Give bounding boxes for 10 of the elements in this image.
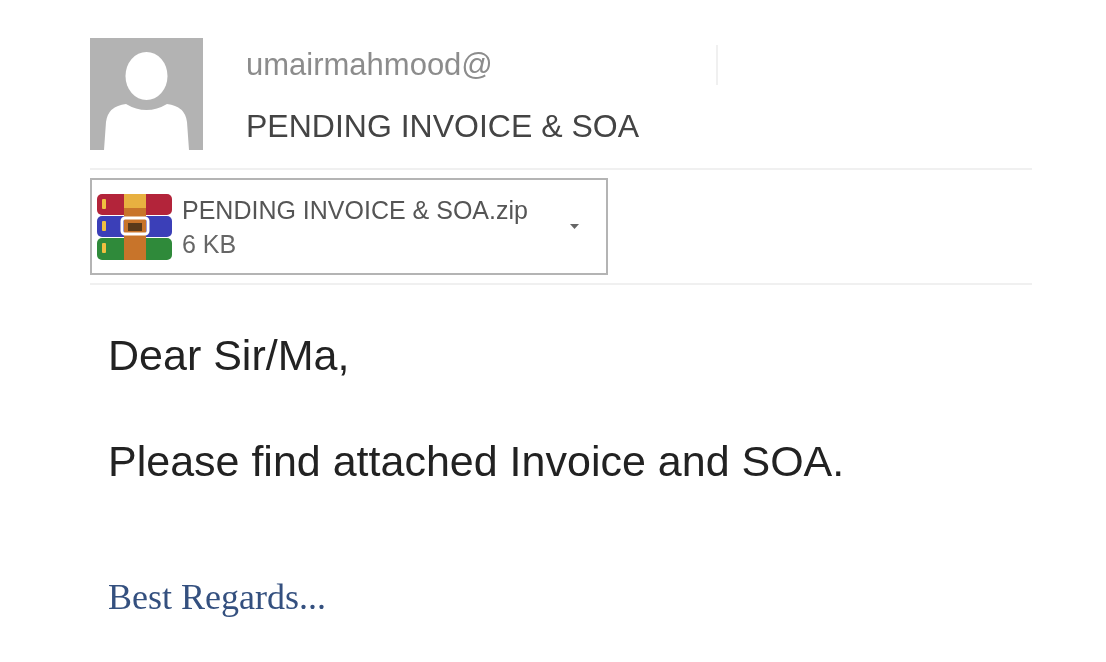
caret-icon[interactable] (570, 224, 579, 229)
attachment-card[interactable]: PENDING INVOICE & SOA.zip 6 KB (90, 178, 608, 275)
signature-text: Best Regards... (108, 576, 327, 619)
email-subject: PENDING INVOICE & SOA (246, 107, 640, 146)
attachment-size: 6 KB (182, 228, 238, 260)
body-paragraph: Dear Sir/Ma, (108, 330, 351, 380)
sender-address: umairmahmood@ (246, 46, 493, 84)
stacked-books-icon (97, 193, 172, 260)
body-paragraph: Please find attached Invoice and SOA. (108, 436, 846, 486)
attachment-filename: PENDING INVOICE & SOA.zip (182, 194, 528, 226)
